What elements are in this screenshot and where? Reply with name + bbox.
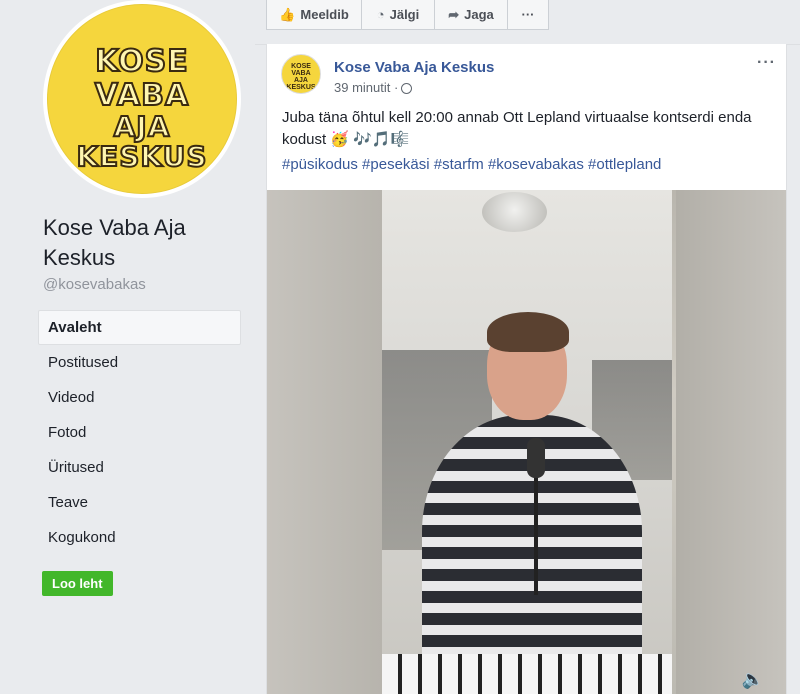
share-label: Jaga [464,7,494,22]
create-page-button[interactable]: Loo leht [42,571,113,596]
mic-stand [534,475,538,595]
like-label: Meeldib [300,7,349,22]
more-icon: ··· [521,7,535,22]
video-blur-left [267,190,382,694]
mini-logo-line: VABA [291,70,311,77]
nav-item-avaleht[interactable]: Avaleht [38,310,241,345]
logo-line: KOSE [94,43,189,80]
thumbs-up-icon: 👍 [279,6,296,22]
page-title[interactable]: Kose Vaba Aja Keskus [43,213,243,273]
follow-label: Jälgi [389,7,420,22]
follow-button[interactable]: ◔ Jälgi [361,0,435,30]
logo-line: AJA [113,109,171,144]
nav-item-postitused[interactable]: Postitused [38,345,241,380]
share-arrow-icon: ➦ [448,6,460,22]
post-card: KOSE VABA AJA KESKUS Kose Vaba Aja Kesku… [266,44,787,694]
mini-logo-line: KOSE [291,63,311,70]
post-author-link[interactable]: Kose Vaba Aja Keskus [334,59,494,76]
page-avatar[interactable]: KOSE VABA AJA KESKUS [43,0,241,198]
piano-keys [382,654,672,694]
nav-item-videod[interactable]: Videod [38,380,241,415]
video-blur-right [676,190,786,694]
person-hair [487,312,569,352]
page-handle[interactable]: @kosevabakas [43,276,146,293]
like-button[interactable]: 👍 Meeldib [266,0,362,30]
more-button[interactable]: ··· [507,0,549,30]
share-button[interactable]: ➦ Jaga [434,0,508,30]
nav-item-fotod[interactable]: Fotod [38,415,241,450]
post-time-text: 39 minutit · [334,80,399,95]
post-hashtags[interactable]: #püsikodus #pesekäsi #starfm #kosevabaka… [282,156,661,173]
nav-item-teave[interactable]: Teave [38,485,241,520]
microphone [527,438,545,478]
page-nav: Avaleht Postitused Videod Fotod Üritused… [38,310,241,555]
post-text: Juba täna õhtul kell 20:00 annab Ott Lep… [282,109,752,148]
logo-line: VABA [94,77,190,114]
video-frame [382,190,672,694]
volume-icon[interactable]: 🔈 [742,669,764,690]
post-options-button[interactable]: ··· [757,54,776,72]
rss-icon: ◔ [376,7,385,22]
page-action-bar: 👍 Meeldib ◔ Jälgi ➦ Jaga ··· [266,0,549,30]
nav-item-uritused[interactable]: Üritused [38,450,241,485]
ceiling-lamp [482,192,547,232]
globe-icon [401,83,413,94]
logo-image: KOSE VABA AJA KESKUS [47,4,237,194]
mini-logo-line: AJA [293,77,308,84]
post-avatar[interactable]: KOSE VABA AJA KESKUS [281,54,321,94]
nav-item-kogukond[interactable]: Kogukond [38,520,241,555]
logo-line: KESKUS [75,139,208,174]
post-timestamp[interactable]: 39 minutit · [334,80,413,95]
sidebar: KOSE VABA AJA KESKUS Kose Vaba Aja Kesku… [0,0,255,681]
video-player[interactable]: 🔈 [267,190,786,694]
mini-logo-line: KESKUS [286,84,316,91]
